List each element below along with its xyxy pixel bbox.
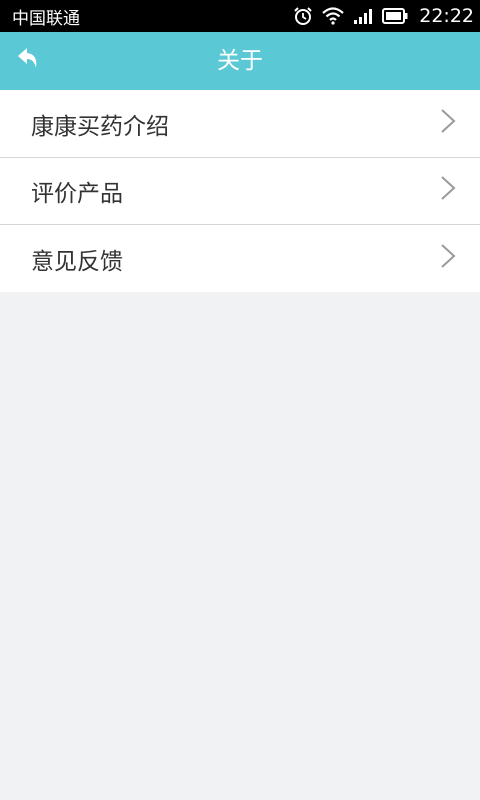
menu-item-label: 意见反馈 [31, 248, 123, 275]
app-bar: 关于 [0, 32, 480, 90]
status-time: 22:22 [419, 5, 474, 27]
menu-list: 康康买药介绍 评价产品 意见反馈 [0, 90, 480, 292]
chevron-right-icon [440, 243, 456, 275]
chevron-right-icon [440, 108, 456, 140]
alarm-icon [293, 6, 313, 26]
signal-icon [353, 7, 373, 25]
menu-item-label: 康康买药介绍 [31, 113, 169, 140]
battery-icon [382, 8, 408, 24]
back-button[interactable] [0, 32, 58, 90]
carrier-name: 中国联通 [12, 8, 80, 29]
status-bar: 中国联通 22:22 [0, 0, 480, 32]
menu-item-label: 评价产品 [31, 181, 123, 207]
status-icons: 22:22 [293, 5, 474, 27]
back-arrow-icon [16, 46, 42, 76]
wifi-icon [322, 7, 344, 25]
menu-item-feedback[interactable]: 意见反馈 [0, 224, 480, 292]
menu-item-introduction[interactable]: 康康买药介绍 [0, 90, 480, 157]
menu-item-rate-product[interactable]: 评价产品 [0, 157, 480, 224]
empty-content-area [0, 293, 480, 800]
chevron-right-icon [440, 175, 456, 207]
page-title: 关于 [217, 48, 263, 74]
